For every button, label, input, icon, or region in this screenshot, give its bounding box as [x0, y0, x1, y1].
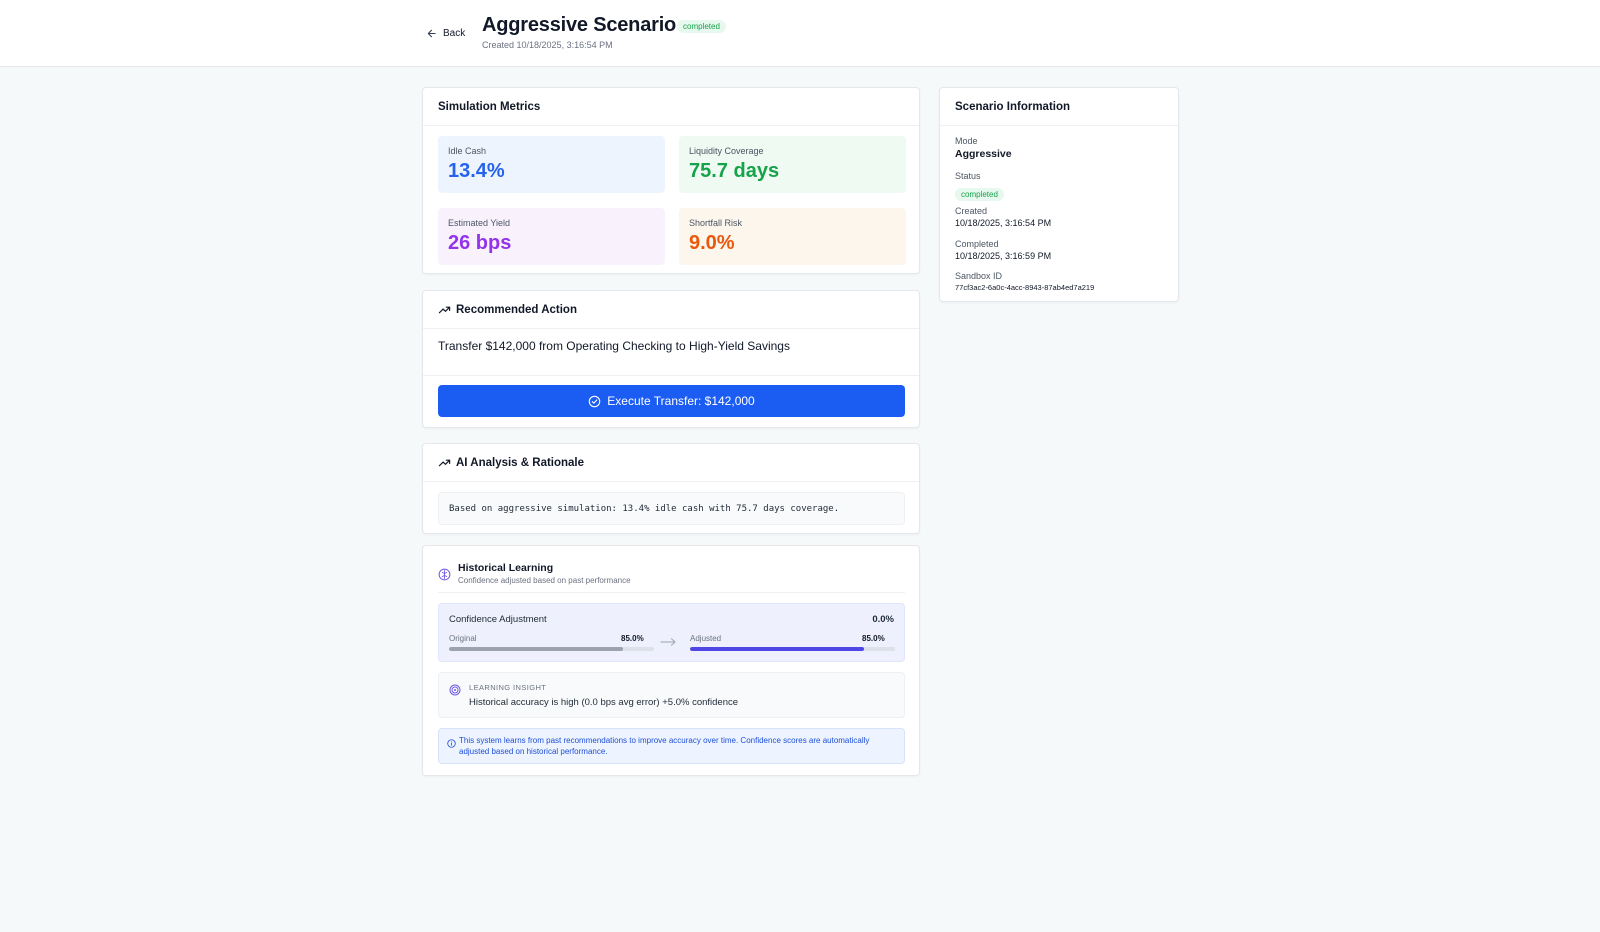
adjusted-pct: 85.0% — [862, 634, 885, 643]
trending-up-icon — [438, 459, 451, 467]
back-label: Back — [443, 27, 466, 39]
back-button[interactable]: Back — [426, 25, 465, 41]
info-value: 10/18/2025, 3:16:54 PM — [955, 218, 1052, 228]
created-timestamp: Created 10/18/2025, 3:16:54 PM — [482, 40, 613, 50]
card-title: Simulation Metrics — [423, 88, 919, 126]
info-value: 10/18/2025, 3:16:59 PM — [955, 251, 1052, 261]
info-key: Status — [955, 171, 981, 181]
status-badge: completed — [677, 20, 726, 33]
metric-estimated-yield: Estimated Yield 26 bps — [438, 208, 665, 265]
historical-learning-card: Historical Learning Confidence adjusted … — [422, 545, 920, 776]
page-header: Back Aggressive Scenario completed Creat… — [0, 0, 1600, 67]
status-badge: completed — [955, 188, 1004, 201]
insight-text: Historical accuracy is high (0.0 bps avg… — [469, 697, 739, 708]
metric-value: 13.4% — [448, 160, 505, 182]
analysis-text: Based on aggressive simulation: 13.4% id… — [438, 492, 905, 525]
recommended-action-text: Transfer $142,000 from Operating Checkin… — [438, 339, 790, 353]
recommended-action-card: Recommended Action Transfer $142,000 fro… — [422, 290, 920, 428]
original-bar — [449, 647, 654, 651]
arrow-left-icon — [427, 29, 436, 37]
info-icon — [447, 739, 456, 748]
execute-transfer-label: Execute Transfer: $142,000 — [607, 394, 755, 408]
info-value: 77cf3ac2-6a0c-4acc-8943-87ab4ed7a219 — [955, 283, 1095, 292]
card-header: AI Analysis & Rationale — [423, 444, 919, 482]
adjusted-bar-fill — [690, 647, 865, 651]
card-title: AI Analysis & Rationale — [456, 456, 585, 469]
adjusted-bar — [690, 647, 895, 651]
metric-label: Estimated Yield — [448, 218, 511, 228]
check-circle-icon — [589, 395, 601, 407]
card-subtitle: Confidence adjusted based on past perfor… — [458, 576, 631, 585]
insight-label: LEARNING INSIGHT — [469, 683, 547, 692]
info-row-status: Status completed — [955, 171, 1004, 202]
trending-up-icon — [438, 306, 451, 314]
learning-insight-panel: LEARNING INSIGHT Historical accuracy is … — [438, 672, 905, 718]
info-key: Completed — [955, 239, 999, 249]
ai-analysis-card: AI Analysis & Rationale Based on aggress… — [422, 443, 920, 534]
card-title: Historical Learning — [458, 562, 554, 574]
confidence-title: Confidence Adjustment — [449, 614, 547, 625]
metric-value: 75.7 days — [689, 160, 780, 182]
metric-value: 26 bps — [448, 232, 512, 254]
info-note: This system learns from past recommendat… — [438, 728, 905, 764]
scenario-information-card: Scenario Information Mode Aggressive Sta… — [939, 87, 1179, 302]
confidence-delta: 0.0% — [872, 614, 894, 625]
metric-label: Shortfall Risk — [689, 218, 743, 228]
metric-idle-cash: Idle Cash 13.4% — [438, 136, 665, 193]
target-icon — [449, 684, 461, 696]
metric-value: 9.0% — [689, 232, 735, 254]
page-title: Aggressive Scenario — [482, 14, 677, 36]
metric-liquidity-coverage: Liquidity Coverage 75.7 days — [679, 136, 906, 193]
brain-icon — [438, 568, 451, 581]
adjusted-label: Adjusted — [690, 634, 722, 643]
card-title: Recommended Action — [456, 303, 577, 316]
arrow-right-icon — [660, 638, 676, 646]
metric-shortfall-risk: Shortfall Risk 9.0% — [679, 208, 906, 265]
confidence-adjustment-panel: Confidence Adjustment 0.0% Original 85.0… — [438, 603, 905, 662]
metric-label: Idle Cash — [448, 146, 487, 156]
info-text: This system learns from past recommendat… — [459, 736, 870, 756]
info-row-sandbox-id: Sandbox ID 77cf3ac2-6a0c-4acc-8943-87ab4… — [955, 271, 1094, 292]
info-value: Aggressive — [955, 148, 1012, 160]
metric-label: Liquidity Coverage — [689, 146, 764, 156]
execute-transfer-button[interactable]: Execute Transfer: $142,000 — [438, 385, 905, 417]
divider — [423, 375, 919, 376]
card-title: Scenario Information — [940, 88, 1178, 126]
info-row-created: Created 10/18/2025, 3:16:54 PM — [955, 206, 1051, 228]
card-header: Recommended Action — [423, 291, 919, 329]
divider — [438, 592, 905, 593]
original-bar-fill — [449, 647, 624, 651]
info-row-mode: Mode Aggressive — [955, 136, 1012, 160]
original-label: Original — [449, 634, 477, 643]
simulation-metrics-card: Simulation Metrics Idle Cash 13.4% Liqui… — [422, 87, 920, 274]
original-pct: 85.0% — [621, 634, 644, 643]
info-row-completed: Completed 10/18/2025, 3:16:59 PM — [955, 239, 1051, 261]
info-key: Mode — [955, 136, 978, 146]
info-key: Created — [955, 206, 988, 216]
info-key: Sandbox ID — [955, 271, 1003, 281]
